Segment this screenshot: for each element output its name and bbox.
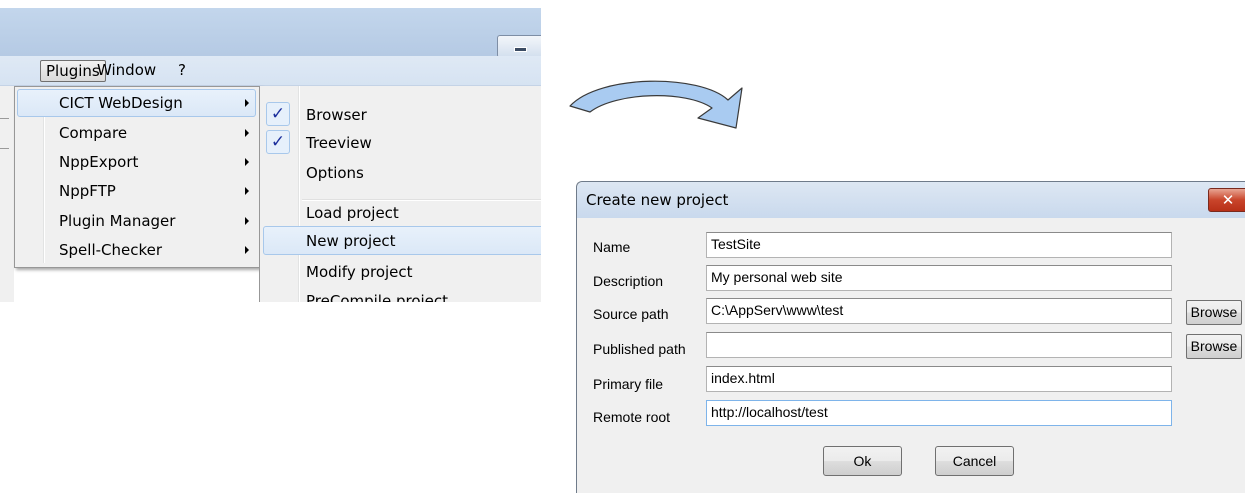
description-label: Description (593, 273, 664, 289)
submenu-item-treeview[interactable]: ✓ Treeview (263, 128, 541, 157)
description-field[interactable]: My personal web site (706, 265, 1172, 291)
submenu-item-label: Browser (306, 106, 367, 124)
submenu-item-options[interactable]: Options (263, 158, 541, 187)
submenu-arrow-icon (245, 129, 249, 137)
submenu-item-modify-project[interactable]: Modify project (263, 257, 541, 286)
submenu-item-label: Treeview (306, 134, 372, 152)
minimize-icon (514, 47, 527, 52)
name-label: Name (593, 239, 631, 255)
submenu-item-label: Modify project (306, 263, 413, 281)
title-bar (0, 8, 541, 58)
submenu-item-new-project[interactable]: New project (263, 226, 541, 255)
editor-edge (0, 86, 14, 302)
notepad-window: Plugins Window ? CICT WebDesign Compare … (0, 0, 541, 302)
submenu-arrow-icon (245, 246, 249, 254)
submenu-item-label: PreCompile project (306, 292, 449, 302)
menu-window[interactable]: Window (92, 60, 161, 80)
cancel-button[interactable]: Cancel (935, 446, 1014, 476)
dialog-title: Create new project (586, 191, 729, 209)
menu-help[interactable]: ? (173, 60, 191, 80)
submenu-item-browser[interactable]: ✓ Browser (263, 100, 541, 129)
curved-arrow-icon (569, 80, 743, 129)
dialog-title-bar: Create new project ✕ (577, 182, 1245, 218)
checkmark-icon: ✓ (266, 130, 290, 154)
primary-file-field[interactable]: index.html (706, 366, 1172, 392)
source-path-field[interactable]: C:\AppServ\www\test (706, 298, 1172, 324)
source-path-browse-button[interactable]: Browse (1186, 300, 1242, 325)
submenu-item-label: Load project (306, 204, 399, 222)
menu-item-label: NppExport (59, 153, 139, 171)
menu-item-label: CICT WebDesign (59, 94, 183, 112)
remote-root-label: Remote root (593, 409, 671, 425)
source-path-label: Source path (593, 306, 669, 322)
primary-file-label: Primary file (593, 376, 664, 392)
close-icon: ✕ (1221, 191, 1235, 209)
published-path-browse-button[interactable]: Browse (1186, 334, 1242, 359)
dialog-body: Name TestSite Description My personal we… (577, 218, 1245, 493)
remote-root-field[interactable]: http://localhost/test (706, 400, 1172, 426)
menu-item-spell-checker[interactable]: Spell-Checker (17, 236, 256, 264)
close-button[interactable]: ✕ (1208, 188, 1245, 212)
menu-item-compare[interactable]: Compare (17, 119, 256, 147)
menu-item-label: Plugin Manager (59, 212, 176, 230)
create-project-dialog: Create new project ✕ Name TestSite Descr… (576, 181, 1245, 493)
submenu-arrow-icon (245, 187, 249, 195)
submenu-item-precompile-project[interactable]: PreCompile project (263, 286, 541, 302)
published-path-field[interactable] (706, 332, 1172, 358)
plugins-menu: CICT WebDesign Compare NppExport NppFTP … (14, 86, 261, 268)
menu-item-label: NppFTP (59, 182, 116, 200)
submenu-item-load-project[interactable]: Load project (263, 198, 541, 227)
webdesign-submenu: ✓ Browser ✓ Treeview Options Load projec… (259, 86, 541, 302)
menu-item-nppftp[interactable]: NppFTP (17, 177, 256, 205)
published-path-label: Published path (593, 341, 686, 357)
submenu-arrow-icon (245, 99, 249, 107)
checkmark-icon: ✓ (266, 102, 290, 126)
menu-item-nppexport[interactable]: NppExport (17, 148, 256, 176)
submenu-item-label: Options (306, 164, 364, 182)
ok-button[interactable]: Ok (823, 446, 902, 476)
minimize-button[interactable] (497, 35, 541, 58)
submenu-arrow-icon (245, 217, 249, 225)
menu-item-cict-webdesign[interactable]: CICT WebDesign (17, 89, 256, 117)
submenu-arrow-icon (245, 158, 249, 166)
menu-item-label: Spell-Checker (59, 241, 163, 259)
menu-bar: Plugins Window ? (0, 56, 541, 86)
menu-item-plugin-manager[interactable]: Plugin Manager (17, 207, 256, 235)
submenu-item-label: New project (306, 232, 396, 250)
menu-item-label: Compare (59, 124, 128, 142)
name-field[interactable]: TestSite (706, 232, 1172, 258)
